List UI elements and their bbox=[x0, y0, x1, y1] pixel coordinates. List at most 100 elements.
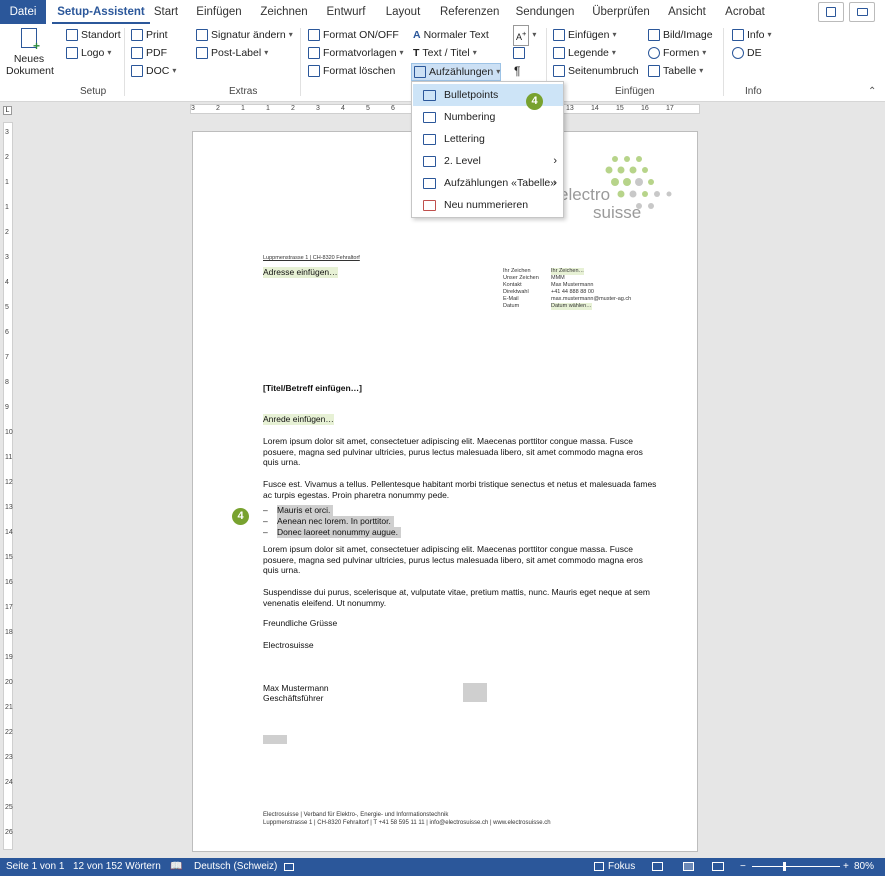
menu-item-aufzaehlungen-tabelle[interactable]: Aufzählungen «Tabelle» › bbox=[413, 172, 563, 194]
bullet-item[interactable]: Donec laoreet nonummy augue. bbox=[277, 527, 401, 538]
language-status[interactable]: Deutsch (Schweiz) bbox=[194, 858, 277, 876]
zoom-slider-thumb[interactable] bbox=[783, 862, 786, 871]
menu-item-label: Aufzählungen «Tabelle» bbox=[444, 177, 557, 189]
formen-button[interactable]: Formen ▾ bbox=[648, 45, 706, 61]
einfuegen-button[interactable]: Einfügen ▾ bbox=[553, 27, 616, 43]
tab-zeichnen[interactable]: Zeichnen bbox=[260, 0, 308, 24]
tab-referenzen[interactable]: Referenzen bbox=[440, 0, 499, 24]
logo-icon bbox=[66, 47, 78, 59]
paragraph-line[interactable]: ac turpis egestas. Proin pharetra nonumm… bbox=[263, 490, 449, 501]
numbered-list-icon bbox=[423, 111, 436, 123]
signature-placeholder[interactable] bbox=[463, 683, 487, 702]
formatvorlagen-label: Formatvorlagen bbox=[323, 47, 397, 59]
formatvorlagen-button[interactable]: Formatvorlagen ▾ bbox=[308, 45, 404, 61]
paragraph-line[interactable]: posuere, magna sed pulvinar ultricies, p… bbox=[263, 447, 643, 458]
bullet-item[interactable]: Mauris et orci. bbox=[277, 505, 334, 516]
normaler-text-button[interactable]: A Normaler Text bbox=[413, 27, 489, 43]
comments-button[interactable] bbox=[849, 2, 875, 22]
chevron-down-icon: ▾ bbox=[172, 66, 177, 75]
standort-button[interactable]: Standort bbox=[66, 27, 121, 43]
table-button[interactable] bbox=[513, 45, 525, 61]
bild-button[interactable]: Bild/Image bbox=[648, 27, 713, 43]
language-button[interactable]: DE bbox=[732, 45, 762, 61]
logo-button[interactable]: Logo ▾ bbox=[66, 45, 111, 61]
zoom-slider[interactable] bbox=[752, 866, 840, 867]
tab-ansicht[interactable]: Ansicht bbox=[667, 0, 707, 24]
paragraph-line[interactable]: posuere, magna sed pulvinar ultricies, p… bbox=[263, 555, 643, 566]
menu-item-neu-nummerieren[interactable]: Neu nummerieren bbox=[413, 194, 563, 216]
document-title[interactable]: [Titel/Betreff einfügen…] bbox=[263, 383, 362, 394]
share-button[interactable] bbox=[818, 2, 844, 22]
tab-ueberpruefen[interactable]: Überprüfen bbox=[590, 0, 652, 24]
ref-value[interactable]: Datum wählen… bbox=[551, 303, 592, 310]
proofing-icon[interactable]: 📖 bbox=[170, 858, 182, 876]
address-field[interactable]: Adresse einfügen… bbox=[263, 267, 338, 278]
attachment-placeholder[interactable] bbox=[263, 735, 287, 744]
document-page[interactable]: electro suisse Luppmenstrasse 1 | CH-832… bbox=[192, 131, 698, 852]
post-label-button[interactable]: Post-Label ▾ bbox=[196, 45, 268, 61]
tab-sendungen[interactable]: Sendungen bbox=[515, 0, 575, 24]
paragraph-line[interactable]: quis urna. bbox=[263, 457, 300, 468]
ruler-tick-label: 1 bbox=[5, 179, 9, 186]
zoom-level[interactable]: 80% bbox=[854, 858, 874, 876]
font-size-button[interactable]: A+ ▾ bbox=[513, 24, 536, 46]
focus-mode-button[interactable]: Fokus bbox=[608, 858, 635, 876]
paragraph-line[interactable]: Fusce est. Vivamus a tellus. Pellentesqu… bbox=[263, 479, 656, 490]
doc-button[interactable]: DOC ▾ bbox=[131, 63, 176, 79]
focus-icon[interactable] bbox=[594, 862, 604, 871]
paragraph-line[interactable]: Suspendisse dui purus, scelerisque at, v… bbox=[263, 587, 650, 598]
pilcrow-button[interactable]: ¶ bbox=[514, 63, 520, 79]
print-layout-icon[interactable] bbox=[683, 862, 694, 871]
print-button[interactable]: Print bbox=[131, 27, 168, 43]
tab-layout[interactable]: Layout bbox=[384, 0, 422, 24]
new-document-icon: + bbox=[21, 28, 40, 52]
format-onoff-button[interactable]: Format ON/OFF bbox=[308, 27, 399, 43]
info-button[interactable]: Info ▾ bbox=[732, 27, 772, 43]
vertical-ruler[interactable]: 3 2 1 1 2 3 4 5 6 7 8 9 10 11 12 13 14 15 16 17 18 19 20 21 22 23… bbox=[3, 122, 13, 850]
ref-value[interactable]: Ihr Zeichen… bbox=[551, 268, 585, 275]
tab-entwurf[interactable]: Entwurf bbox=[325, 0, 367, 24]
bullet-item[interactable]: Aenean nec lorem. In porttitor. bbox=[277, 516, 394, 527]
tab-setup-assistent[interactable]: Setup-Assistent bbox=[52, 0, 150, 24]
formen-label: Formen bbox=[663, 47, 700, 59]
signatory-name[interactable]: Max Mustermann bbox=[263, 683, 329, 694]
company-line[interactable]: Electrosuisse bbox=[263, 640, 314, 651]
tab-start[interactable]: Start bbox=[150, 0, 182, 24]
tabelle-button[interactable]: Tabelle ▾ bbox=[648, 63, 703, 79]
paragraph-line[interactable]: venenatis eleifend. Ut nonummy. bbox=[263, 598, 386, 609]
tab-einfuegen[interactable]: Einfügen bbox=[194, 0, 244, 24]
doc-label: DOC bbox=[146, 65, 170, 77]
tab-acrobat[interactable]: Acrobat bbox=[723, 0, 767, 24]
ref-value: +41 44 888 88 00 bbox=[551, 289, 594, 295]
accessibility-icon[interactable] bbox=[284, 863, 294, 871]
pdf-button[interactable]: PDF bbox=[131, 45, 167, 61]
word-count[interactable]: 12 von 152 Wörtern bbox=[73, 858, 161, 876]
image-icon bbox=[648, 29, 660, 41]
aufzaehlungen-button[interactable]: Aufzählungen ▾ bbox=[411, 63, 501, 81]
paragraph-line[interactable]: quis urna. bbox=[263, 565, 300, 576]
paragraph-line[interactable]: Lorem ipsum dolor sit amet, consectetuer… bbox=[263, 544, 633, 555]
greeting-field[interactable]: Anrede einfügen… bbox=[263, 414, 334, 425]
page-count[interactable]: Seite 1 von 1 bbox=[6, 858, 64, 876]
menu-item-numbering[interactable]: Numbering bbox=[413, 106, 563, 128]
zoom-in-button[interactable]: + bbox=[843, 858, 849, 876]
format-loeschen-button[interactable]: Format löschen bbox=[308, 63, 395, 79]
web-layout-icon[interactable] bbox=[712, 862, 724, 871]
signatur-button[interactable]: Signatur ändern ▾ bbox=[196, 27, 293, 43]
signatory-role[interactable]: Geschäftsführer bbox=[263, 693, 323, 704]
legende-button[interactable]: Legende ▾ bbox=[553, 45, 616, 61]
menu-item-level-2[interactable]: 2. Level › bbox=[413, 150, 563, 172]
new-document-button[interactable]: + Neues Dokument bbox=[6, 28, 54, 77]
tab-selector[interactable]: L bbox=[3, 106, 12, 115]
paragraph-line[interactable]: Lorem ipsum dolor sit amet, consectetuer… bbox=[263, 436, 633, 447]
tab-datei[interactable]: Datei bbox=[0, 0, 46, 24]
zoom-out-button[interactable]: − bbox=[740, 858, 746, 876]
menu-item-lettering[interactable]: Lettering bbox=[413, 128, 563, 150]
collapse-ribbon-icon[interactable]: ⌃ bbox=[868, 86, 876, 97]
seitenumbruch-button[interactable]: Seitenumbruch bbox=[553, 63, 639, 79]
indent-list-icon bbox=[423, 155, 436, 167]
word-icon bbox=[131, 65, 143, 77]
read-mode-icon[interactable] bbox=[652, 862, 663, 871]
text-titel-button[interactable]: T Text / Titel ▾ bbox=[413, 45, 477, 61]
closing-line[interactable]: Freundliche Grüsse bbox=[263, 618, 337, 629]
